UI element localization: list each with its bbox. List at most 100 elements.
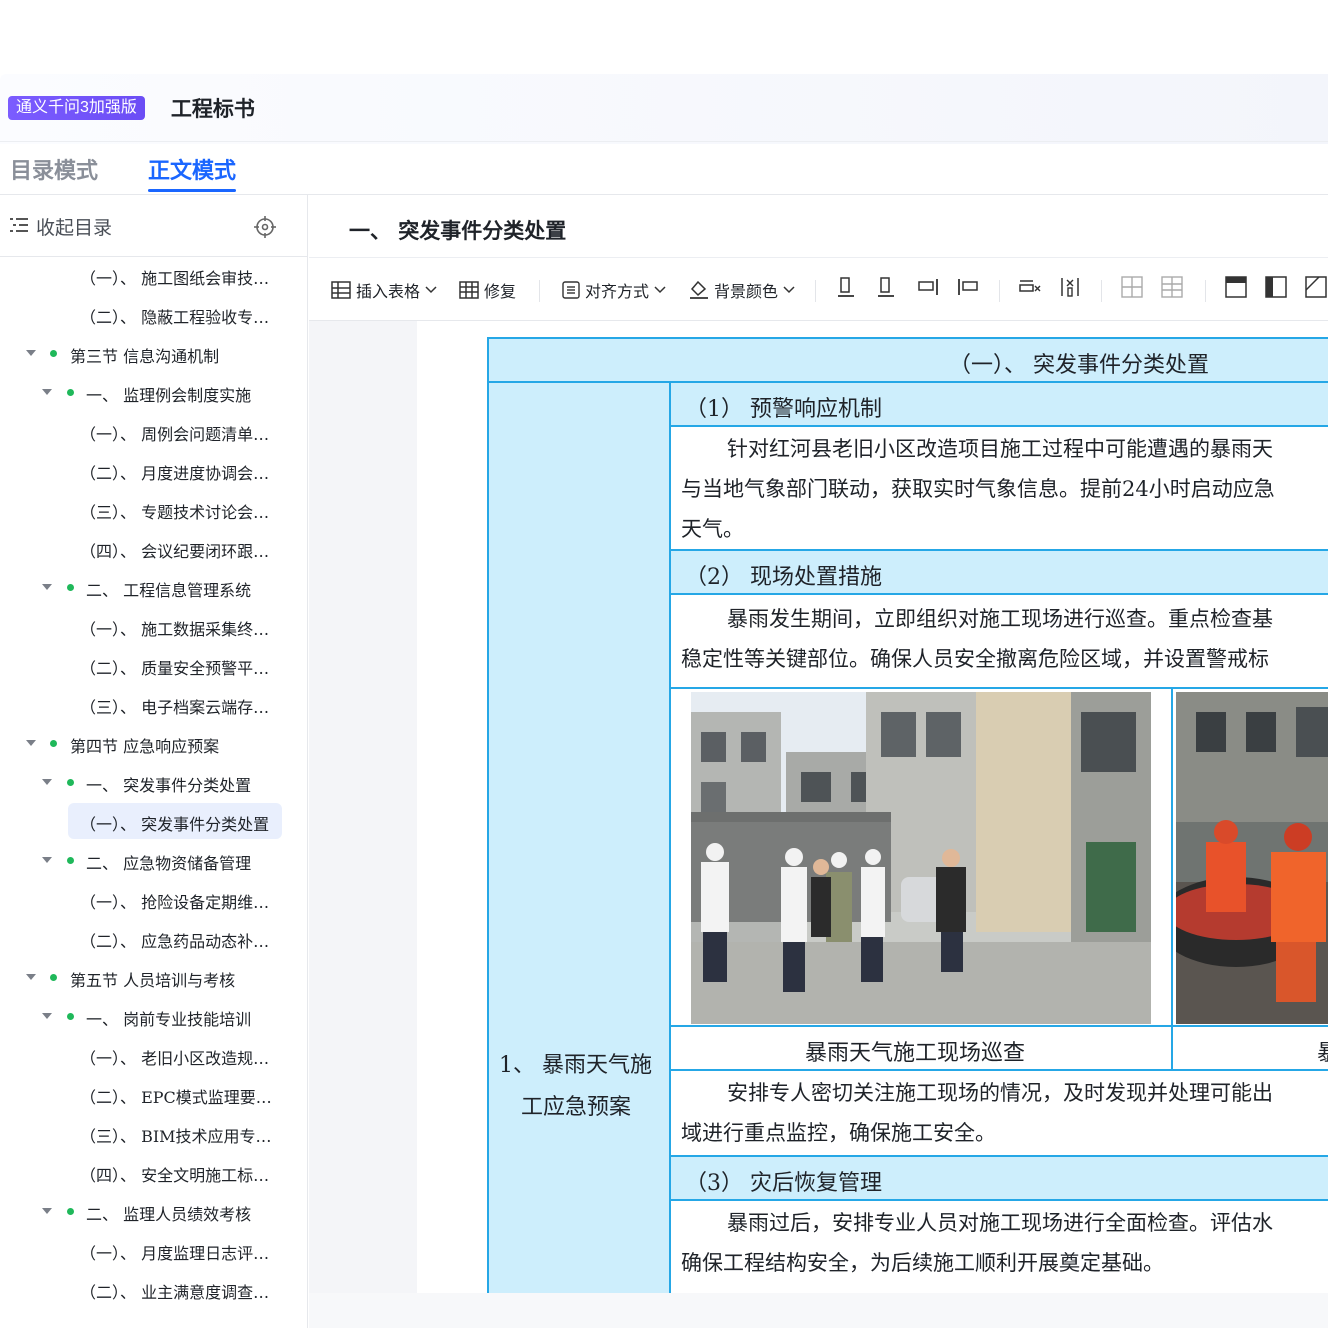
insert-table-button[interactable]: 插入表格 [331, 278, 437, 302]
sub2-body2-cell[interactable]: 安排专人密切关注施工现场的情况，及时发现并处理可能出 域进行重点监控，确保施工安… [669, 1069, 1328, 1157]
insert-row-below-icon[interactable] [877, 276, 895, 298]
toc-item[interactable]: 二、 应急物资储备管理 [0, 842, 300, 878]
photo1-caption: 暴雨天气施工现场巡查 [805, 1041, 1026, 1066]
toc-item[interactable]: （二）、 业主满意度调查… [0, 1271, 300, 1307]
align-button[interactable]: 对齐方式 [562, 278, 666, 302]
sub1-title-cell[interactable]: （1） 预警响应机制 [669, 381, 1328, 427]
model-badge[interactable]: 通义千问3加强版 [8, 95, 145, 120]
header-row-icon[interactable] [1225, 276, 1247, 298]
caret-down-icon[interactable] [26, 974, 36, 980]
delete-col-icon[interactable] [1059, 276, 1081, 298]
header-col-icon[interactable] [1265, 276, 1287, 298]
photo1-cell[interactable] [669, 687, 1175, 1027]
toc-item[interactable]: （四）、 会议纪要闭环跟… [0, 530, 300, 566]
list-collapse-icon[interactable] [10, 217, 28, 233]
status-dot [50, 740, 57, 747]
caret-down-icon[interactable] [42, 1013, 52, 1019]
toc-item[interactable]: 一、 突发事件分类处置 [0, 764, 300, 800]
toc-item[interactable]: 第五节 人员培训与考核 [0, 959, 300, 995]
sub2-title-cell[interactable]: （2） 现场处置措施 [669, 549, 1328, 595]
locate-icon[interactable] [254, 216, 276, 238]
sub2-line3: 安排专人密切关注施工现场的情况，及时发现并处理可能出 [727, 1081, 1273, 1105]
insert-col-left-icon[interactable] [957, 278, 979, 296]
table-toolbar: 插入表格 修复 对齐方式 背景颜色 [309, 257, 1328, 321]
sub3-title-cell[interactable]: （3） 灾后恢复管理 [669, 1155, 1328, 1201]
mode-tabs: 目录模式 正文模式 [0, 143, 1328, 195]
status-strip [309, 1293, 1328, 1328]
toc-item[interactable]: （一）、 周例会问题清单… [0, 413, 300, 449]
toc-item-label: 第四节 应急响应预案 [70, 737, 220, 756]
toc-item[interactable]: （一）、 月度监理日志评… [0, 1232, 300, 1268]
status-dot [50, 350, 57, 357]
toc-item[interactable]: （二）、 EPC模式监理要… [0, 1076, 300, 1112]
toc-item-label: （二）、 质量安全预警平… [80, 659, 270, 678]
toc-item[interactable]: （一）、 抢险设备定期维… [0, 881, 300, 917]
photo2-caption-cell[interactable]: 暴 [1171, 1025, 1328, 1071]
sub2-line1: 暴雨发生期间，立即组织对施工现场进行巡查。重点检查基 [727, 607, 1273, 631]
sub2-body-cell[interactable]: 暴雨发生期间，立即组织对施工现场进行巡查。重点检查基 稳定性等关键部位。确保人员… [669, 593, 1328, 689]
tab-outline-mode[interactable]: 目录模式 [10, 153, 98, 185]
caret-down-icon[interactable] [42, 389, 52, 395]
toc-item-label: （一）、 施工数据采集终… [80, 620, 270, 639]
toc-item[interactable]: （二）、 月度进度协调会… [0, 452, 300, 488]
table-header-text: （一）、 突发事件分类处置 [949, 353, 1209, 378]
toc-item-label: （二）、 EPC模式监理要… [80, 1088, 272, 1107]
top-margin [0, 0, 1328, 74]
row-label-line2: 工应急预案 [521, 1095, 632, 1120]
table-header-cell[interactable]: （一）、 突发事件分类处置 [487, 337, 1328, 383]
toc-item-label: （四）、 会议纪要闭环跟… [80, 542, 270, 561]
toc-item[interactable]: 第三节 信息沟通机制 [0, 335, 300, 371]
photo2-cell[interactable] [1171, 687, 1328, 1027]
delete-row-icon[interactable] [1019, 278, 1041, 296]
toc-item[interactable]: （三）、 电子档案云端存… [0, 686, 300, 722]
toc-item[interactable]: （二）、 隐蔽工程验收专… [0, 296, 300, 332]
bg-color-button[interactable]: 背景颜色 [689, 278, 795, 302]
sub1-line3: 天气。 [681, 517, 744, 541]
toc-item[interactable]: 第四节 应急响应预案 [0, 725, 300, 761]
toc-item[interactable]: 二、 工程信息管理系统 [0, 569, 300, 605]
toc-item-label: （一）、 施工图纸会审技… [80, 269, 270, 288]
toc-item[interactable]: 二、 监理人员绩效考核 [0, 1193, 300, 1229]
toc-item[interactable]: （一）、 老旧小区改造规… [0, 1037, 300, 1073]
document-canvas: （一）、 突发事件分类处置 1、 暴雨天气施 工应急预案 （1） 预警响应机制 … [309, 321, 1328, 1293]
sub1-body-cell[interactable]: 针对红河县老旧小区改造项目施工过程中可能遭遇的暴雨天 与当地气象部门联动，获取实… [669, 425, 1328, 551]
row-label-cell[interactable]: 1、 暴雨天气施 工应急预案 [487, 381, 671, 1293]
toc-item-label: （二）、 应急药品动态补… [80, 932, 270, 951]
align-icon [562, 281, 580, 299]
toc-item[interactable]: （二）、 应急药品动态补… [0, 920, 300, 956]
toc-item-label: （一）、 周例会问题清单… [80, 425, 270, 444]
caret-down-icon[interactable] [42, 584, 52, 590]
sub3-body-cell[interactable]: 暴雨过后，安排专业人员对施工现场进行全面检查。评估水 确保工程结构安全，为后续施… [669, 1199, 1328, 1293]
toc-item[interactable]: （四）、 安全文明施工标… [0, 1154, 300, 1190]
toc-item[interactable]: （二）、 质量安全预警平… [0, 647, 300, 683]
sub1-line2: 与当地气象部门联动，获取实时气象信息。提前24小时启动应急 [681, 477, 1275, 501]
site-inspection-photo[interactable] [691, 692, 1151, 1024]
toc-item-label: 二、 工程信息管理系统 [86, 581, 252, 600]
caret-down-icon[interactable] [42, 857, 52, 863]
toc-item[interactable]: （一）、 施工图纸会审技… [0, 257, 300, 293]
flood-rescue-photo[interactable] [1176, 692, 1328, 1024]
toc-item[interactable]: （一）、 突发事件分类处置 [68, 803, 282, 839]
insert-col-right-icon[interactable] [917, 278, 939, 296]
insert-row-above-icon[interactable] [837, 276, 855, 298]
photo1-caption-cell[interactable]: 暴雨天气施工现场巡查 [669, 1025, 1175, 1071]
caret-down-icon[interactable] [26, 740, 36, 746]
tab-body-mode[interactable]: 正文模式 [148, 153, 236, 185]
caret-down-icon[interactable] [26, 350, 36, 356]
merge-cells-icon[interactable] [1121, 276, 1143, 298]
split-cells-icon[interactable] [1161, 276, 1183, 298]
app-window: 通义千问3加强版 工程标书 目录模式 正文模式 收起目录 （一）、 施工图纸会审… [0, 74, 1328, 1328]
toc-item[interactable]: 一、 岗前专业技能培训 [0, 998, 300, 1034]
table-style-icon[interactable] [1305, 276, 1327, 298]
grid-icon [459, 281, 479, 299]
caret-down-icon[interactable] [42, 1208, 52, 1214]
collapse-toc-button[interactable]: 收起目录 [36, 213, 112, 240]
toc-item-label: （二）、 月度进度协调会… [80, 464, 270, 483]
toc-item[interactable]: （三）、 专题技术讨论会… [0, 491, 300, 527]
repair-button[interactable]: 修复 [459, 278, 516, 302]
toc-item[interactable]: （一）、 施工数据采集终… [0, 608, 300, 644]
toc-item[interactable]: （三）、 BIM技术应用专… [0, 1115, 300, 1151]
toc-item[interactable]: 一、 监理例会制度实施 [0, 374, 300, 410]
align-label: 对齐方式 [585, 284, 650, 301]
caret-down-icon[interactable] [42, 779, 52, 785]
